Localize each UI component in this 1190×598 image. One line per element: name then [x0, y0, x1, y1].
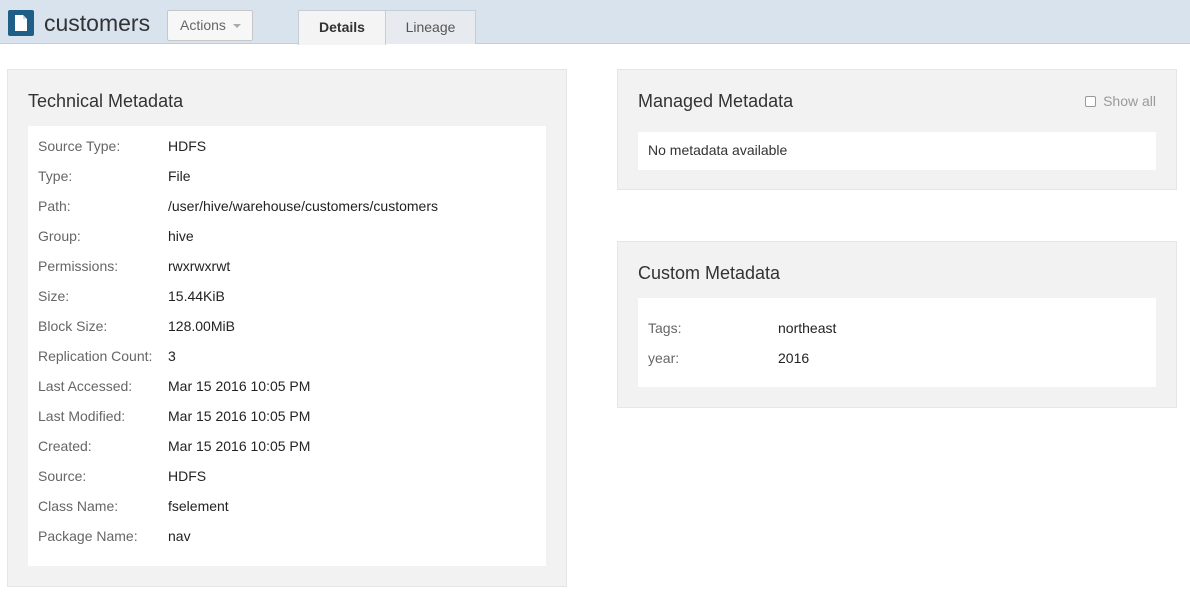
technical-metadata-list: Source Type: HDFS Type: File Path: /user… — [28, 126, 546, 566]
custom-metadata-list: Tags: northeast year: 2016 — [638, 298, 1156, 387]
custom-metadata-value: northeast — [778, 320, 837, 336]
metadata-value: 15.44KiB — [168, 288, 225, 304]
metadata-value: hive — [168, 228, 194, 244]
show-all-toggle[interactable]: Show all — [1085, 93, 1156, 109]
metadata-value: HDFS — [168, 138, 207, 154]
metadata-label: Source Type: — [38, 138, 121, 154]
metadata-value: fselement — [168, 498, 229, 514]
metadata-value: HDFS — [168, 468, 207, 484]
metadata-value: rwxrwxrwt — [168, 258, 231, 274]
page-title: customers — [44, 10, 151, 36]
actions-label: Actions — [180, 17, 226, 33]
custom-metadata-panel: Custom Metadata Tags: northeast year: 20… — [617, 241, 1177, 408]
metadata-label: Group: — [38, 228, 81, 244]
managed-metadata-panel: Managed Metadata Show all No metadata av… — [617, 69, 1177, 190]
managed-metadata-content: No metadata available — [638, 132, 1156, 170]
custom-metadata-title: Custom Metadata — [638, 263, 781, 283]
metadata-label: Created: — [38, 438, 92, 454]
technical-metadata-panel: Technical Metadata Source Type: HDFS Typ… — [7, 69, 567, 587]
metadata-value: Mar 15 2016 10:05 PM — [168, 408, 311, 424]
metadata-value: 3 — [168, 348, 176, 364]
actions-dropdown-button[interactable]: Actions — [167, 10, 253, 41]
metadata-value: Mar 15 2016 10:05 PM — [168, 378, 311, 394]
metadata-value: File — [168, 168, 191, 184]
tab-details[interactable]: Details — [298, 10, 386, 45]
metadata-label: Block Size: — [38, 318, 108, 334]
custom-metadata-label: year: — [648, 350, 680, 366]
caret-down-icon — [233, 24, 241, 28]
metadata-label: Type: — [38, 168, 73, 184]
metadata-label: Class Name: — [38, 498, 119, 514]
metadata-value: Mar 15 2016 10:05 PM — [168, 438, 311, 454]
file-icon — [8, 10, 34, 36]
custom-metadata-label: Tags: — [648, 320, 682, 336]
metadata-label: Last Modified: — [38, 408, 126, 424]
metadata-label: Size: — [38, 288, 70, 304]
custom-metadata-value: 2016 — [778, 350, 810, 366]
managed-metadata-title: Managed Metadata — [638, 91, 794, 111]
metadata-label: Source: — [38, 468, 87, 484]
technical-metadata-title: Technical Metadata — [28, 91, 184, 111]
top-header: customers Actions Details Lineage — [0, 0, 1190, 45]
tab-lineage[interactable]: Lineage — [385, 10, 476, 44]
metadata-label: Package Name: — [38, 528, 138, 544]
metadata-label: Permissions: — [38, 258, 119, 274]
show-all-label: Show all — [1103, 93, 1156, 109]
metadata-label: Last Accessed: — [38, 378, 133, 394]
empty-message: No metadata available — [648, 142, 788, 158]
show-all-checkbox[interactable] — [1085, 96, 1097, 107]
metadata-value: nav — [168, 528, 191, 544]
metadata-value: 128.00MiB — [168, 318, 235, 334]
metadata-label: Replication Count: — [38, 348, 153, 364]
metadata-value: /user/hive/warehouse/customers/customers — [168, 198, 438, 214]
metadata-label: Path: — [38, 198, 71, 214]
